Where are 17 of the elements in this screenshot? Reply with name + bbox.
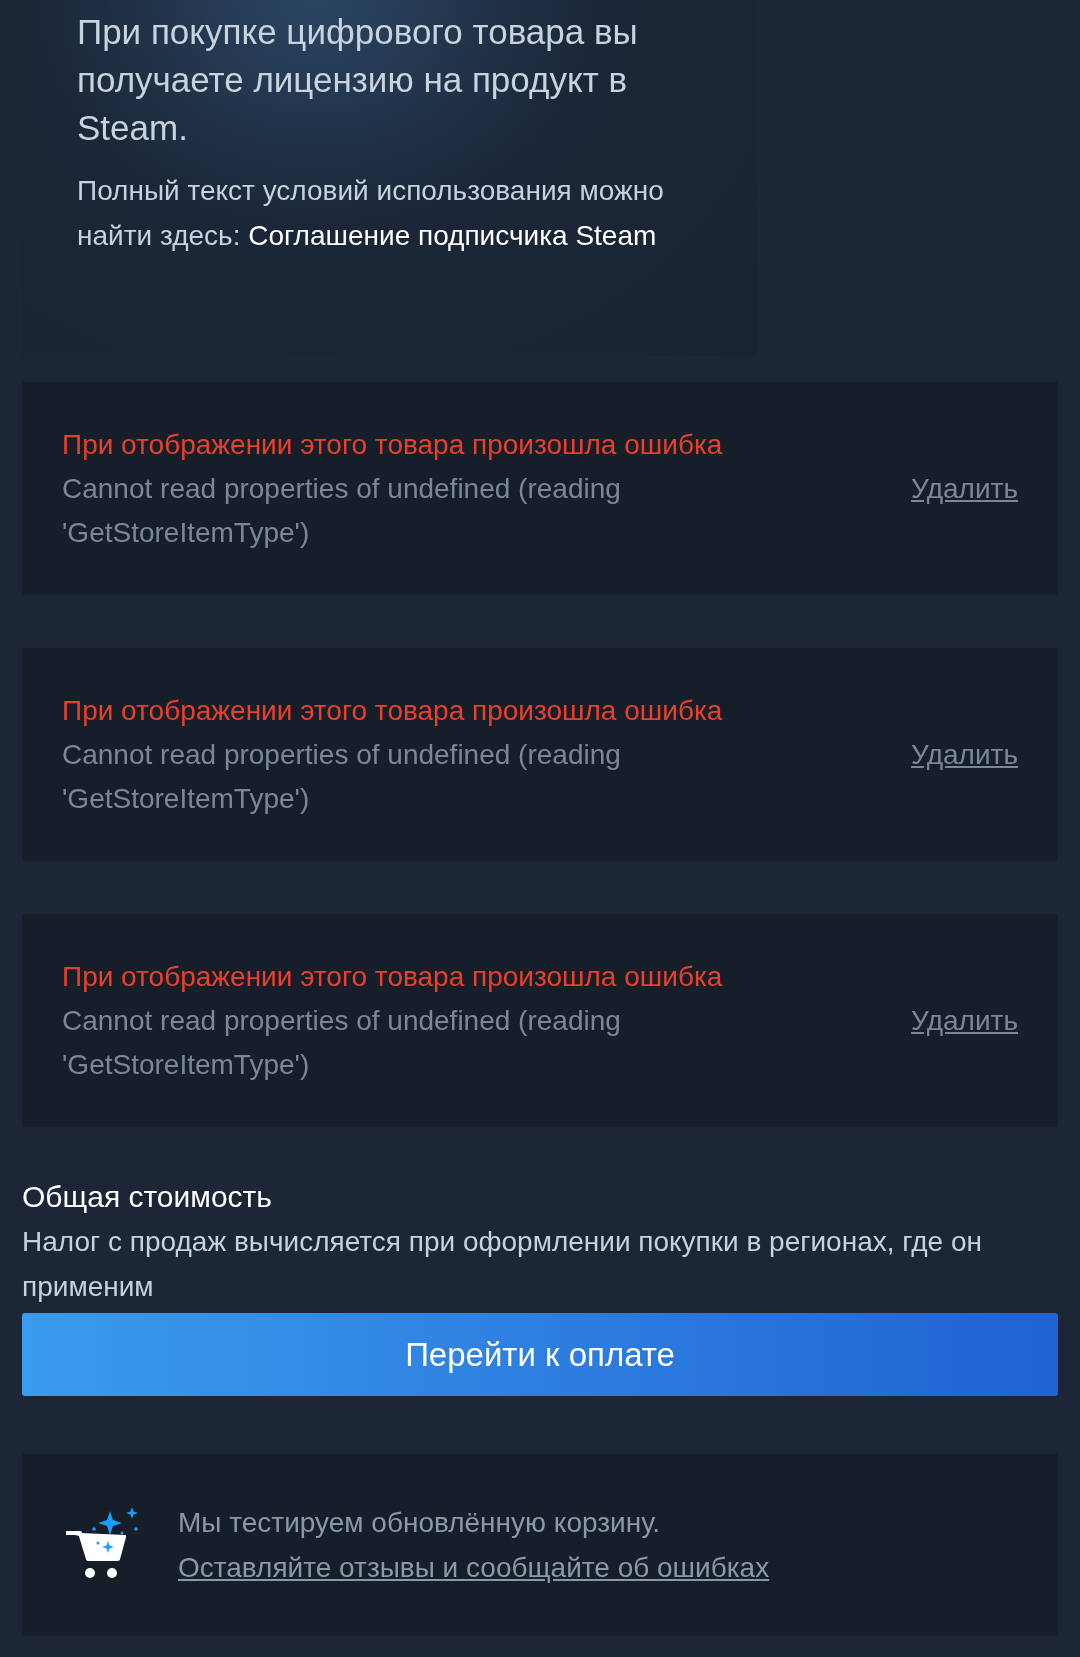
error-message: Cannot read properties of undefined (reading 'GetStoreItemType') xyxy=(62,1003,622,1082)
remove-link[interactable]: Удалить xyxy=(911,733,1018,776)
checkout-button[interactable]: Перейти к оплате xyxy=(22,1313,1058,1396)
error-title: При отображении этого товара произошла ошибка xyxy=(62,693,724,728)
remove-link[interactable]: Удалить xyxy=(911,467,1018,510)
terms-text: Полный текст условий использования можно найти здесь: Соглашение подписчика Steam xyxy=(77,174,665,253)
error-message: Cannot read properties of undefined (reading 'GetStoreItemType') xyxy=(62,737,622,816)
tax-note: Налог с продаж вычисляется при оформлении покупки в регионах, где он применим xyxy=(22,1225,983,1304)
feedback-link[interactable]: Оставляйте отзывы и сообщайте об ошибках xyxy=(178,1552,770,1583)
total-label: Общая стоимость xyxy=(22,1179,273,1215)
beta-banner-text: Мы тестируем обновлённую корзину. Оставляйте отзывы и сообщайте об ошибках xyxy=(178,1506,771,1585)
error-title: При отображении этого товара произошла ошибка xyxy=(62,427,724,462)
remove-link[interactable]: Удалить xyxy=(911,999,1018,1042)
error-message: Cannot read properties of undefined (reading 'GetStoreItemType') xyxy=(62,471,622,550)
license-heading: При покупке цифрового товара вы получаете лицензию на продукт в Steam. xyxy=(77,11,639,149)
subscriber-agreement-link[interactable]: Соглашение подписчика Steam xyxy=(248,220,657,251)
error-title: При отображении этого товара произошла ошибка xyxy=(62,959,724,994)
